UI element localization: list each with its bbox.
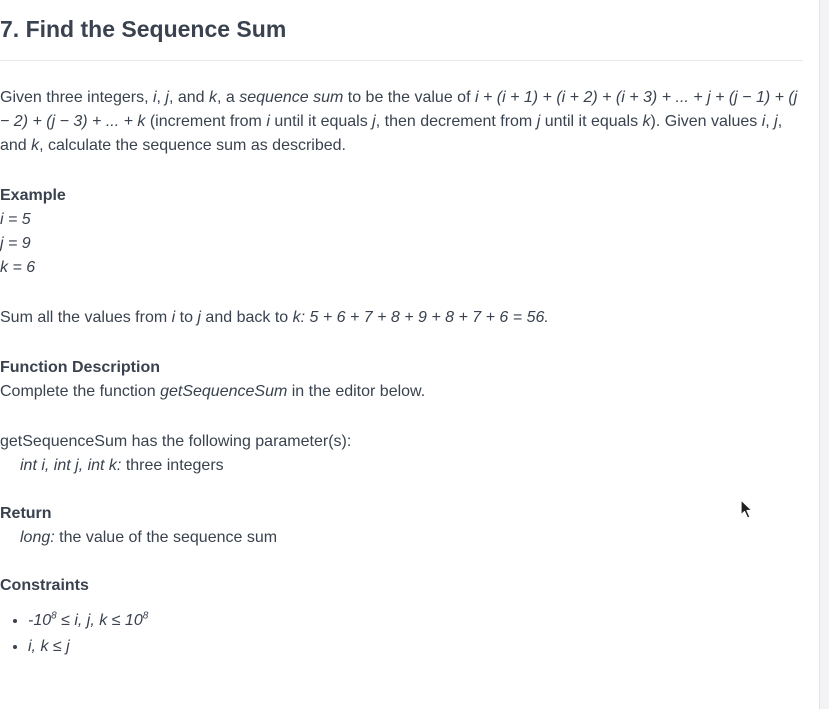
example-explanation: Sum all the values from i to j and back … xyxy=(0,309,549,326)
return-description: long: the value of the sequence sum xyxy=(20,529,278,546)
problem-statement-panel: 7. Find the Sequence Sum Given three int… xyxy=(0,0,820,709)
example-line: i = 5 xyxy=(0,211,31,228)
function-description-heading: Function Description xyxy=(0,359,160,376)
example-heading: Example xyxy=(0,187,66,204)
problem-description: Given three integers, i, j, and k, a seq… xyxy=(0,89,798,154)
scrollbar-track[interactable] xyxy=(819,0,829,709)
title-divider xyxy=(0,60,803,61)
sequence-sum-term: sequence sum xyxy=(239,89,344,106)
constraint-item: -108 ≤ i, j, k ≤ 108 xyxy=(28,608,810,634)
constraint-item: i, k ≤ j xyxy=(28,634,810,660)
mouse-pointer-icon xyxy=(740,499,753,519)
constraints-list: -108 ≤ i, j, k ≤ 108 i, k ≤ j xyxy=(0,608,810,660)
page-title: 7. Find the Sequence Sum xyxy=(0,16,287,42)
parameters-intro: getSequenceSum has the following paramet… xyxy=(0,433,352,450)
constraints-heading: Constraints xyxy=(0,577,89,594)
parameters-list: int i, int j, int k: three integers xyxy=(20,457,224,474)
example-line: j = 9 xyxy=(0,235,31,252)
example-line: k = 6 xyxy=(0,259,36,276)
function-name: getSequenceSum xyxy=(160,383,288,400)
function-description-text: Complete the function getSequenceSum in … xyxy=(0,383,426,400)
return-heading: Return xyxy=(0,505,52,522)
problem-body: Given three integers, i, j, and k, a seq… xyxy=(0,86,810,660)
